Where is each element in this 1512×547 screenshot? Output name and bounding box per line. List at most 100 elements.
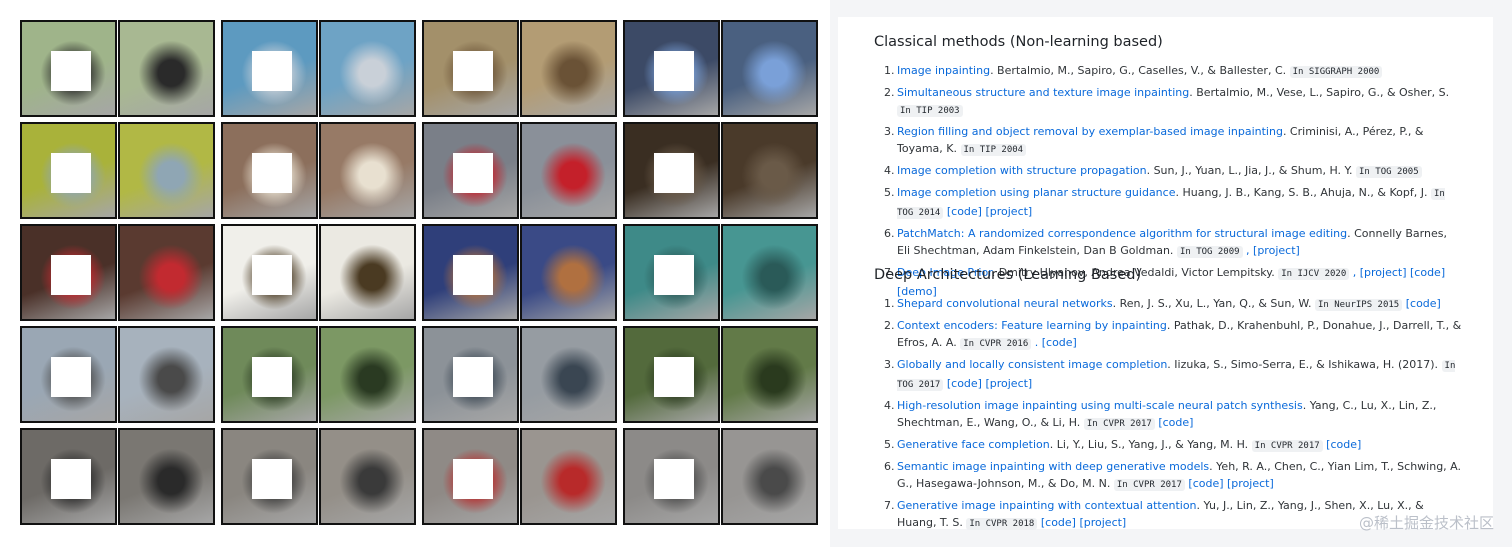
resource-links[interactable]: [code] — [1155, 416, 1193, 429]
inpainting-image-tile — [623, 326, 720, 423]
inpainting-image-tile — [422, 122, 519, 219]
mask-region — [654, 357, 694, 397]
venue-badge: In IJCV 2020 — [1278, 268, 1350, 280]
inpainting-image-tile — [319, 428, 416, 525]
paper-title-link[interactable]: High-resolution image inpainting using m… — [897, 399, 1303, 412]
venue-badge: In TOG 2009 — [1176, 246, 1243, 258]
inpainting-image-tile — [520, 428, 617, 525]
inpainting-image-tile — [319, 224, 416, 321]
paper-title-link[interactable]: Image completion using planar structure … — [897, 186, 1175, 199]
mask-region — [453, 153, 493, 193]
inpainting-image-tile — [118, 20, 215, 117]
mask-region — [252, 255, 292, 295]
reference-item: 6. Semantic image inpainting with deep ge… — [884, 458, 1462, 494]
reference-item: 3. Region filling and object removal by e… — [884, 123, 1462, 159]
venue-badge: In CVPR 2017 — [1113, 479, 1185, 491]
resource-links[interactable]: [code] — [1402, 297, 1441, 310]
authors-text: . Bertalmio, M., Vese, L., Sapiro, G., &… — [1189, 86, 1450, 99]
authors-text: . Sun, J., Yuan, L., Jia, J., & Shum, H.… — [1146, 164, 1357, 177]
inpainting-image-tile — [721, 428, 818, 525]
item-number: 7. — [884, 499, 895, 512]
reference-item: 4. High-resolution image inpainting using… — [884, 397, 1462, 433]
paper-title-link[interactable]: Context encoders: Feature learning by in… — [897, 319, 1167, 332]
scene-image — [522, 124, 615, 217]
inpainting-image-tile — [20, 326, 117, 423]
mask-region — [453, 51, 493, 91]
item-number: 6. — [884, 227, 895, 240]
inpainting-image-tile — [422, 20, 519, 117]
paper-title-link[interactable]: Region filling and object removal by exe… — [897, 125, 1283, 138]
paper-title-link[interactable]: Image completion with structure propagat… — [897, 164, 1147, 177]
paper-title-link[interactable]: Generative face completion — [897, 438, 1050, 451]
mask-region — [252, 51, 292, 91]
mask-region — [252, 357, 292, 397]
reference-item: 3. Globally and locally consistent image … — [884, 356, 1462, 394]
inpainting-image-tile — [221, 428, 318, 525]
section-heading-deep: Deep Architectures (Learning Based) — [874, 267, 1142, 283]
item-number: 1. — [884, 297, 895, 310]
inpainting-image-tile — [520, 122, 617, 219]
mask-region — [51, 153, 91, 193]
scene-image — [522, 22, 615, 115]
scene-image — [723, 430, 816, 523]
reference-item: 2. Context encoders: Feature learning by … — [884, 317, 1462, 353]
authors-text: . Huang, J. B., Kang, S. B., Ahuja, N., … — [1175, 186, 1431, 199]
mask-region — [252, 459, 292, 499]
authors-text: . Li, Y., Liu, S., Yang, J., & Yang, M. … — [1049, 438, 1252, 451]
resource-links[interactable]: [code] [project] — [943, 205, 1032, 218]
scene-image — [723, 226, 816, 319]
resource-links[interactable]: [code] — [1323, 438, 1361, 451]
inpainting-image-tile — [319, 20, 416, 117]
mask-region — [654, 153, 694, 193]
inpainting-image-tile — [520, 20, 617, 117]
inpainting-image-tile — [118, 224, 215, 321]
inpainting-image-tile — [422, 428, 519, 525]
inpainting-image-tile — [118, 428, 215, 525]
inpainting-image-tile — [118, 326, 215, 423]
paper-title-link[interactable]: Simultaneous structure and texture image… — [897, 86, 1189, 99]
scene-image — [321, 328, 414, 421]
inpainting-image-tile — [20, 224, 117, 321]
item-number: 2. — [884, 319, 895, 332]
mask-region — [654, 459, 694, 499]
scene-image — [120, 226, 213, 319]
item-number: 4. — [884, 399, 895, 412]
paper-title-link[interactable]: Image inpainting — [897, 64, 990, 77]
paper-title-link[interactable]: Generative image inpainting with context… — [897, 499, 1197, 512]
inpainting-image-tile — [221, 122, 318, 219]
reference-item: 1. Shepard convolutional neural networks.… — [884, 295, 1462, 314]
resource-links[interactable]: , [project] — [1243, 244, 1300, 257]
scene-image — [321, 430, 414, 523]
resource-links[interactable]: [code] [project] — [943, 377, 1032, 390]
inpainting-image-tile — [623, 20, 720, 117]
paper-title-link[interactable]: Globally and locally consistent image co… — [897, 358, 1167, 371]
inpainting-image-tile — [721, 122, 818, 219]
venue-badge: In SIGGRAPH 2000 — [1289, 66, 1383, 78]
venue-badge: In TOG 2005 — [1356, 166, 1422, 178]
item-number: 2. — [884, 86, 895, 99]
reference-list-panel: Classical methods (Non-learning based) 1… — [838, 17, 1493, 530]
scene-image — [120, 328, 213, 421]
item-number: 3. — [884, 125, 895, 138]
scene-image — [321, 124, 414, 217]
item-number: 5. — [884, 438, 895, 451]
inpainting-image-tile — [20, 122, 117, 219]
mask-region — [453, 357, 493, 397]
paper-title-link[interactable]: PatchMatch: A randomized correspondence … — [897, 227, 1347, 240]
paper-title-link[interactable]: Semantic image inpainting with deep gene… — [897, 460, 1209, 473]
resource-links[interactable]: . [code] — [1031, 336, 1077, 349]
scene-image — [321, 22, 414, 115]
venue-badge: In CVPR 2017 — [1083, 418, 1155, 430]
scene-image — [120, 22, 213, 115]
scene-image — [522, 430, 615, 523]
resource-links[interactable]: [code] [project] — [1185, 477, 1273, 490]
inpainting-image-tile — [20, 428, 117, 525]
reference-item: 6. PatchMatch: A randomized correspondenc… — [884, 225, 1462, 261]
paper-title-link[interactable]: Shepard convolutional neural networks — [897, 297, 1113, 310]
reference-item: 5. Generative face completion. Li, Y., Li… — [884, 436, 1462, 455]
reference-item: 4. Image completion with structure propag… — [884, 162, 1462, 181]
inpainting-image-tile — [319, 122, 416, 219]
resource-links[interactable]: [code] [project] — [1037, 516, 1126, 529]
inpainting-image-tile — [520, 224, 617, 321]
mask-region — [654, 51, 694, 91]
